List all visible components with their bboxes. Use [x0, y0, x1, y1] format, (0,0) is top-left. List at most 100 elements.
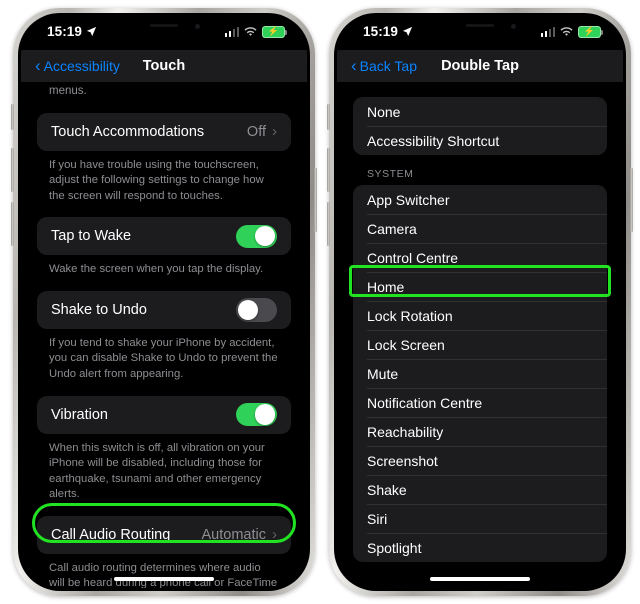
list-item[interactable]: Camera	[353, 214, 607, 243]
list-item[interactable]: Screenshot	[353, 446, 607, 475]
nav-bar-right: ‹ Back Tap Double Tap	[337, 50, 623, 82]
row-call-audio-routing[interactable]: Call Audio Routing Automatic ›	[37, 515, 291, 554]
row-vibration[interactable]: Vibration	[37, 395, 291, 434]
silent-switch-left[interactable]	[11, 104, 14, 130]
row-label: Mute	[367, 365, 399, 382]
bezel-right: 15:19 ⚡ ‹ Back Tap Double Tap None Acces…	[334, 13, 626, 591]
iphone-left: 15:19 ⚡ ‹ Accessibility Touch menus. Tou…	[11, 8, 317, 596]
row-label: Tap to Wake	[51, 228, 132, 245]
volume-up-button-right[interactable]	[327, 148, 330, 192]
toggle-knob	[237, 299, 258, 320]
row-label: Accessibility Shortcut	[367, 132, 500, 149]
cellular-bars-icon	[540, 26, 555, 37]
row-label: Reachability	[367, 423, 444, 440]
list-item[interactable]: Shake	[353, 475, 607, 504]
iphone-right: 15:19 ⚡ ‹ Back Tap Double Tap None Acces…	[327, 8, 633, 596]
wifi-icon	[244, 27, 257, 36]
row-value: Automatic	[201, 526, 266, 543]
list-item[interactable]: Home	[353, 272, 607, 301]
row-label: Lock Screen	[367, 336, 445, 353]
row-label: Call Audio Routing	[51, 526, 171, 543]
footnote-touch-accommodations: If you have trouble using the touchscree…	[49, 158, 264, 202]
status-indicators-right: ⚡	[540, 26, 604, 38]
row-shake-to-undo[interactable]: Shake to Undo	[37, 290, 291, 329]
front-camera-icon	[195, 24, 200, 29]
double-tap-options-list[interactable]: None Accessibility Shortcut SYSTEM App S…	[337, 82, 623, 588]
row-label: Notification Centre	[367, 394, 483, 411]
status-time-label-left: 15:19	[47, 24, 83, 39]
front-camera-icon	[511, 24, 516, 29]
list-item[interactable]: Reachability	[353, 417, 607, 446]
cellular-bars-icon	[224, 26, 239, 37]
footnote-tap-to-wake: Wake the screen when you tap the display…	[49, 263, 264, 276]
chevron-right-icon: ›	[272, 526, 277, 544]
power-button-right[interactable]	[630, 168, 633, 232]
notch-left	[110, 16, 218, 38]
earpiece-speaker-icon	[466, 24, 494, 27]
list-item[interactable]: Accessibility Shortcut	[353, 126, 607, 155]
volume-up-button-left[interactable]	[11, 148, 14, 192]
list-item[interactable]: App Switcher	[353, 185, 607, 214]
screen-right: 15:19 ⚡ ‹ Back Tap Double Tap None Acces…	[337, 16, 623, 588]
status-time-label-right: 15:19	[363, 24, 399, 39]
volume-down-button-right[interactable]	[327, 202, 330, 246]
back-button-left[interactable]: ‹ Accessibility	[35, 55, 120, 75]
row-tap-to-wake[interactable]: Tap to Wake	[37, 217, 291, 256]
battery-bolt-glyph: ⚡	[267, 26, 280, 37]
toggle-shake-to-undo[interactable]	[236, 298, 277, 322]
location-arrow-icon	[86, 27, 97, 37]
list-item[interactable]: Lock Screen	[353, 330, 607, 359]
row-label: Siri	[367, 510, 388, 527]
back-button-label-right: Back Tap	[359, 58, 418, 74]
row-label: App Switcher	[367, 191, 450, 208]
section-header-system: SYSTEM	[367, 168, 414, 180]
row-touch-accommodations[interactable]: Touch Accommodations Off ›	[37, 112, 291, 151]
footnote-vibration: When this switch is off, all vibration o…	[49, 441, 265, 501]
toggle-knob	[255, 404, 276, 425]
row-label: None	[367, 103, 401, 120]
screen-left: 15:19 ⚡ ‹ Accessibility Touch menus. Tou…	[21, 16, 307, 588]
battery-charging-icon: ⚡	[262, 26, 288, 38]
list-item[interactable]: Mute	[353, 359, 607, 388]
row-label: Shake to Undo	[51, 301, 147, 318]
status-indicators-left: ⚡	[224, 26, 288, 38]
list-item-control-centre[interactable]: Control Centre	[353, 243, 607, 272]
list-item[interactable]: Spotlight	[353, 533, 607, 562]
group-system-options: App Switcher Camera Control Centre Home …	[353, 185, 607, 562]
row-label: Home	[367, 278, 405, 295]
battery-charging-icon: ⚡	[578, 26, 604, 38]
silent-switch-right[interactable]	[327, 104, 330, 130]
list-item[interactable]: Siri	[353, 504, 607, 533]
toggle-knob	[255, 226, 276, 247]
toggle-tap-to-wake[interactable]	[236, 224, 277, 248]
status-time-left: 15:19	[47, 25, 97, 39]
home-indicator-right[interactable]	[430, 577, 530, 581]
list-item[interactable]: None	[353, 97, 607, 126]
group-basic-options: None Accessibility Shortcut	[353, 97, 607, 155]
back-button-right[interactable]: ‹ Back Tap	[351, 55, 418, 75]
row-label: Spotlight	[367, 539, 422, 556]
battery-bolt-glyph: ⚡	[583, 26, 596, 37]
toggle-vibration[interactable]	[236, 402, 277, 427]
back-button-label-left: Accessibility	[43, 58, 120, 74]
row-label: Vibration	[51, 406, 108, 423]
chevron-left-icon: ‹	[351, 55, 357, 75]
row-label: Screenshot	[367, 452, 438, 469]
screenshot-stage: 15:19 ⚡ ‹ Accessibility Touch menus. Tou…	[0, 0, 640, 604]
row-label: Lock Rotation	[367, 307, 453, 324]
footnote-shake-to-undo: If you tend to shake your iPhone by acci…	[49, 336, 278, 380]
wifi-icon	[560, 27, 573, 36]
settings-list-left[interactable]: menus. Touch Accommodations Off › If you…	[21, 82, 307, 588]
power-button-left[interactable]	[314, 168, 317, 232]
row-label: Shake	[367, 481, 407, 498]
notch-right	[426, 16, 534, 38]
row-value: Off	[246, 123, 266, 140]
list-item[interactable]: Notification Centre	[353, 388, 607, 417]
status-time-right: 15:19	[363, 25, 413, 39]
home-indicator-left[interactable]	[114, 577, 214, 581]
volume-down-button-left[interactable]	[11, 202, 14, 246]
bezel-left: 15:19 ⚡ ‹ Accessibility Touch menus. Tou…	[18, 13, 310, 591]
chevron-left-icon: ‹	[35, 55, 41, 75]
row-label: Touch Accommodations	[51, 123, 205, 140]
list-item[interactable]: Lock Rotation	[353, 301, 607, 330]
